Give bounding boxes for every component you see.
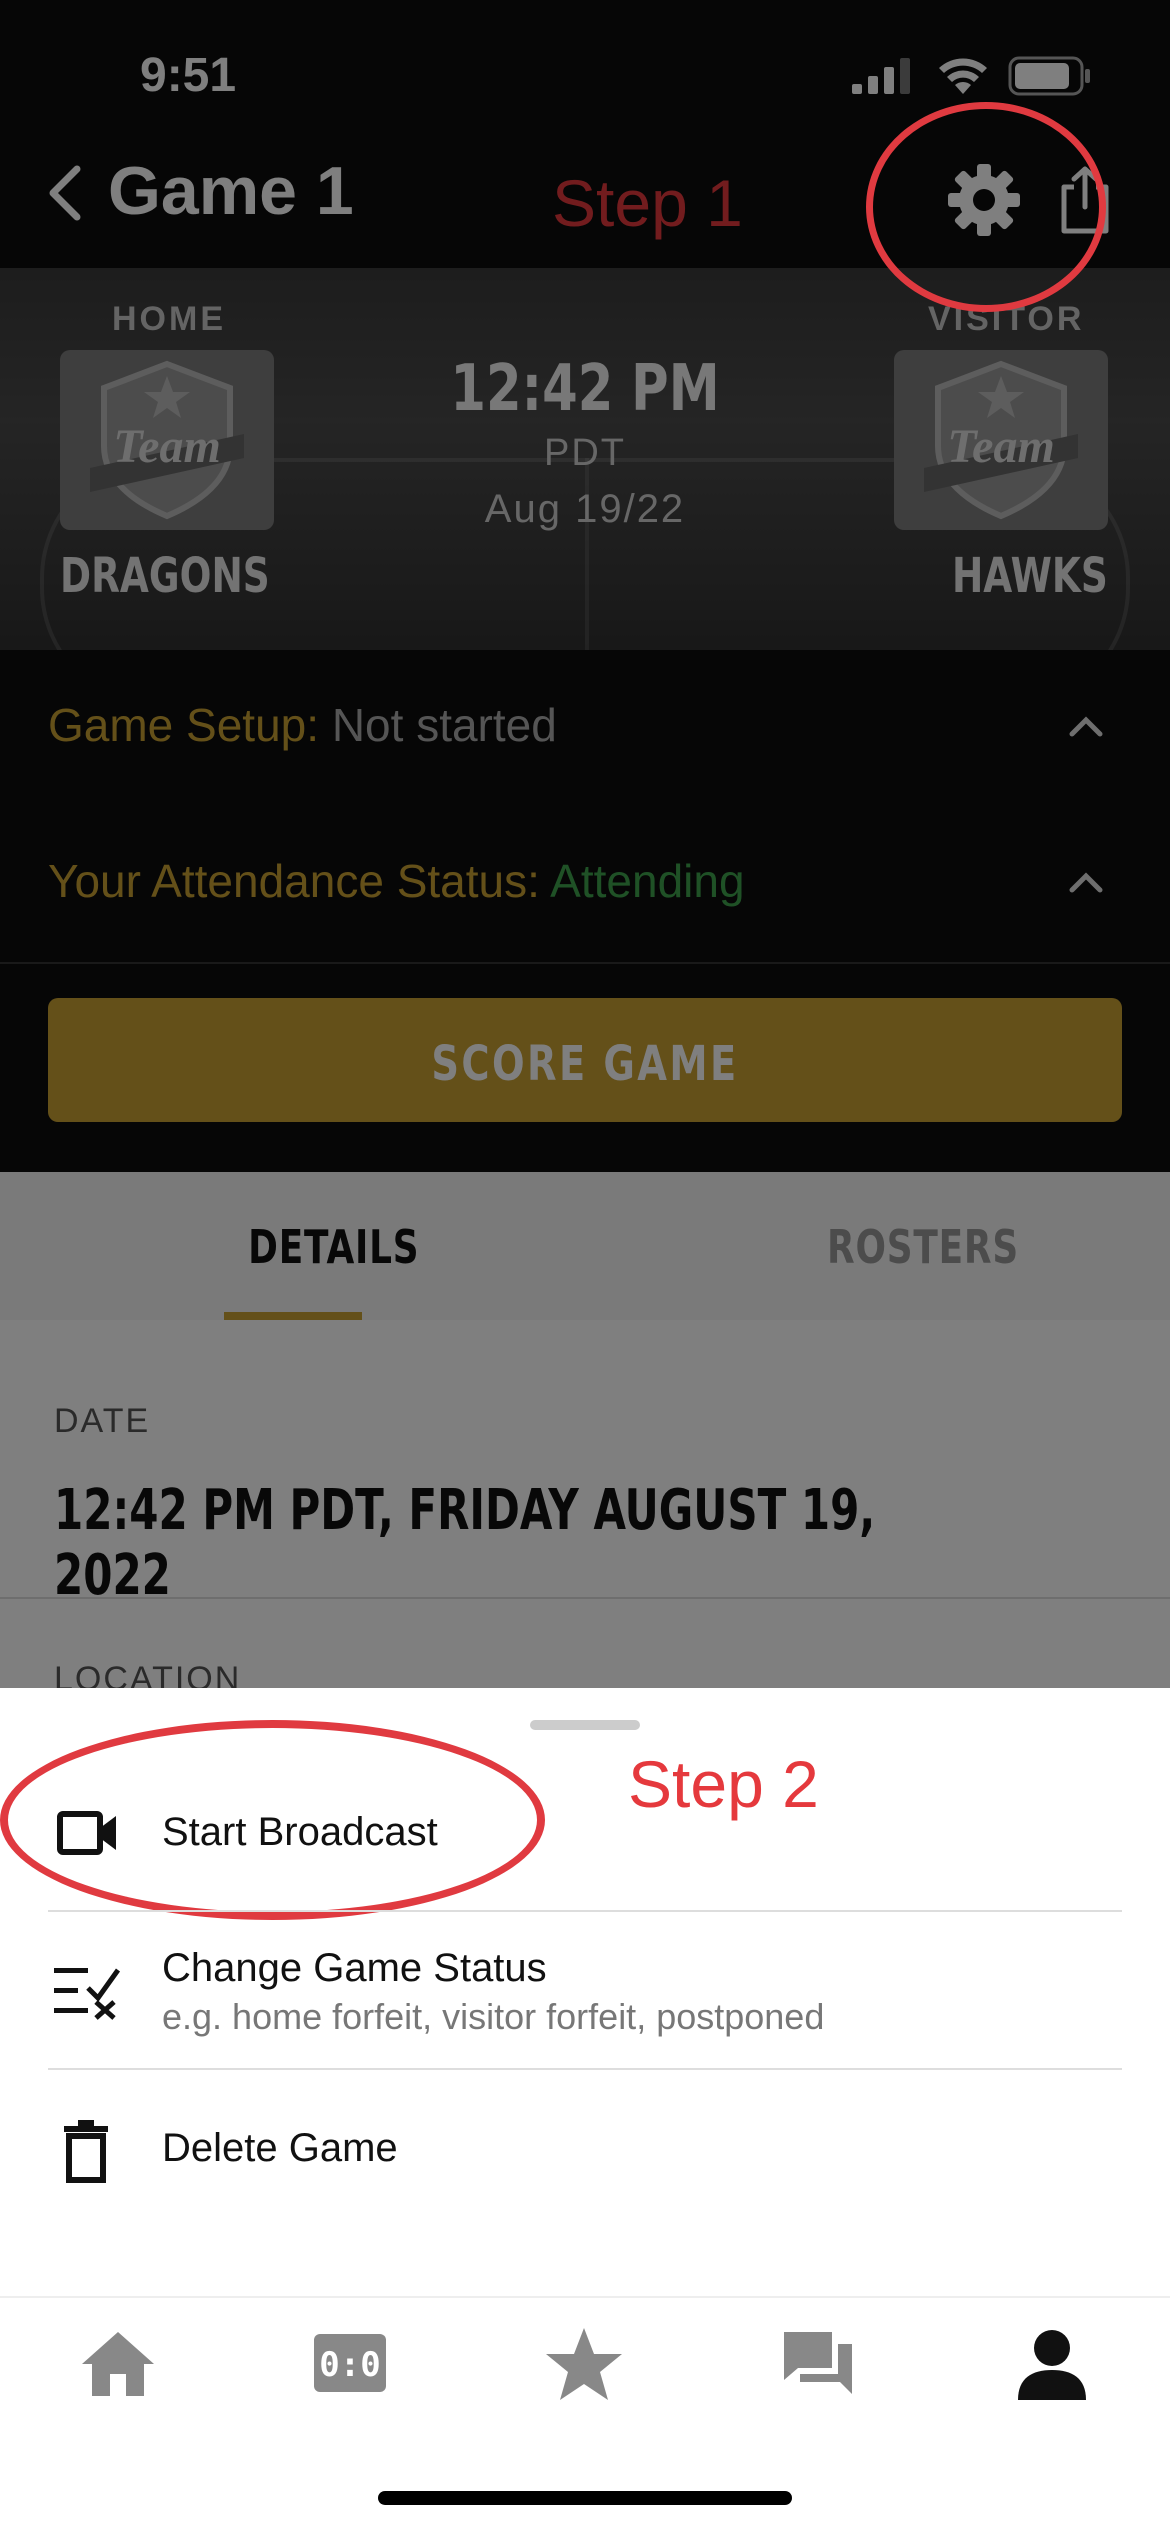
scoreboard-icon[interactable]: 0:0 bbox=[310, 2324, 390, 2404]
step-2-highlight-circle bbox=[0, 1720, 545, 1920]
profile-icon[interactable] bbox=[1012, 2324, 1092, 2404]
change-game-status-item[interactable]: Change Game Status e.g. home forfeit, vi… bbox=[0, 1912, 1170, 2070]
trash-icon bbox=[64, 2120, 108, 2183]
delete-game-label: Delete Game bbox=[162, 2126, 398, 2170]
sheet-handle[interactable] bbox=[530, 1720, 640, 1730]
list-check-icon bbox=[54, 1968, 121, 2020]
home-icon[interactable] bbox=[78, 2324, 158, 2404]
svg-text:0:0: 0:0 bbox=[319, 2345, 380, 2385]
home-indicator[interactable] bbox=[378, 2491, 792, 2505]
star-icon[interactable] bbox=[544, 2324, 624, 2404]
change-game-status-sub: e.g. home forfeit, visitor forfeit, post… bbox=[162, 1996, 825, 2037]
delete-game-item[interactable]: Delete Game bbox=[0, 2070, 1170, 2230]
change-game-status-label: Change Game Status bbox=[162, 1946, 547, 1990]
chat-icon[interactable] bbox=[778, 2324, 858, 2404]
step-1-highlight-circle bbox=[866, 102, 1106, 312]
